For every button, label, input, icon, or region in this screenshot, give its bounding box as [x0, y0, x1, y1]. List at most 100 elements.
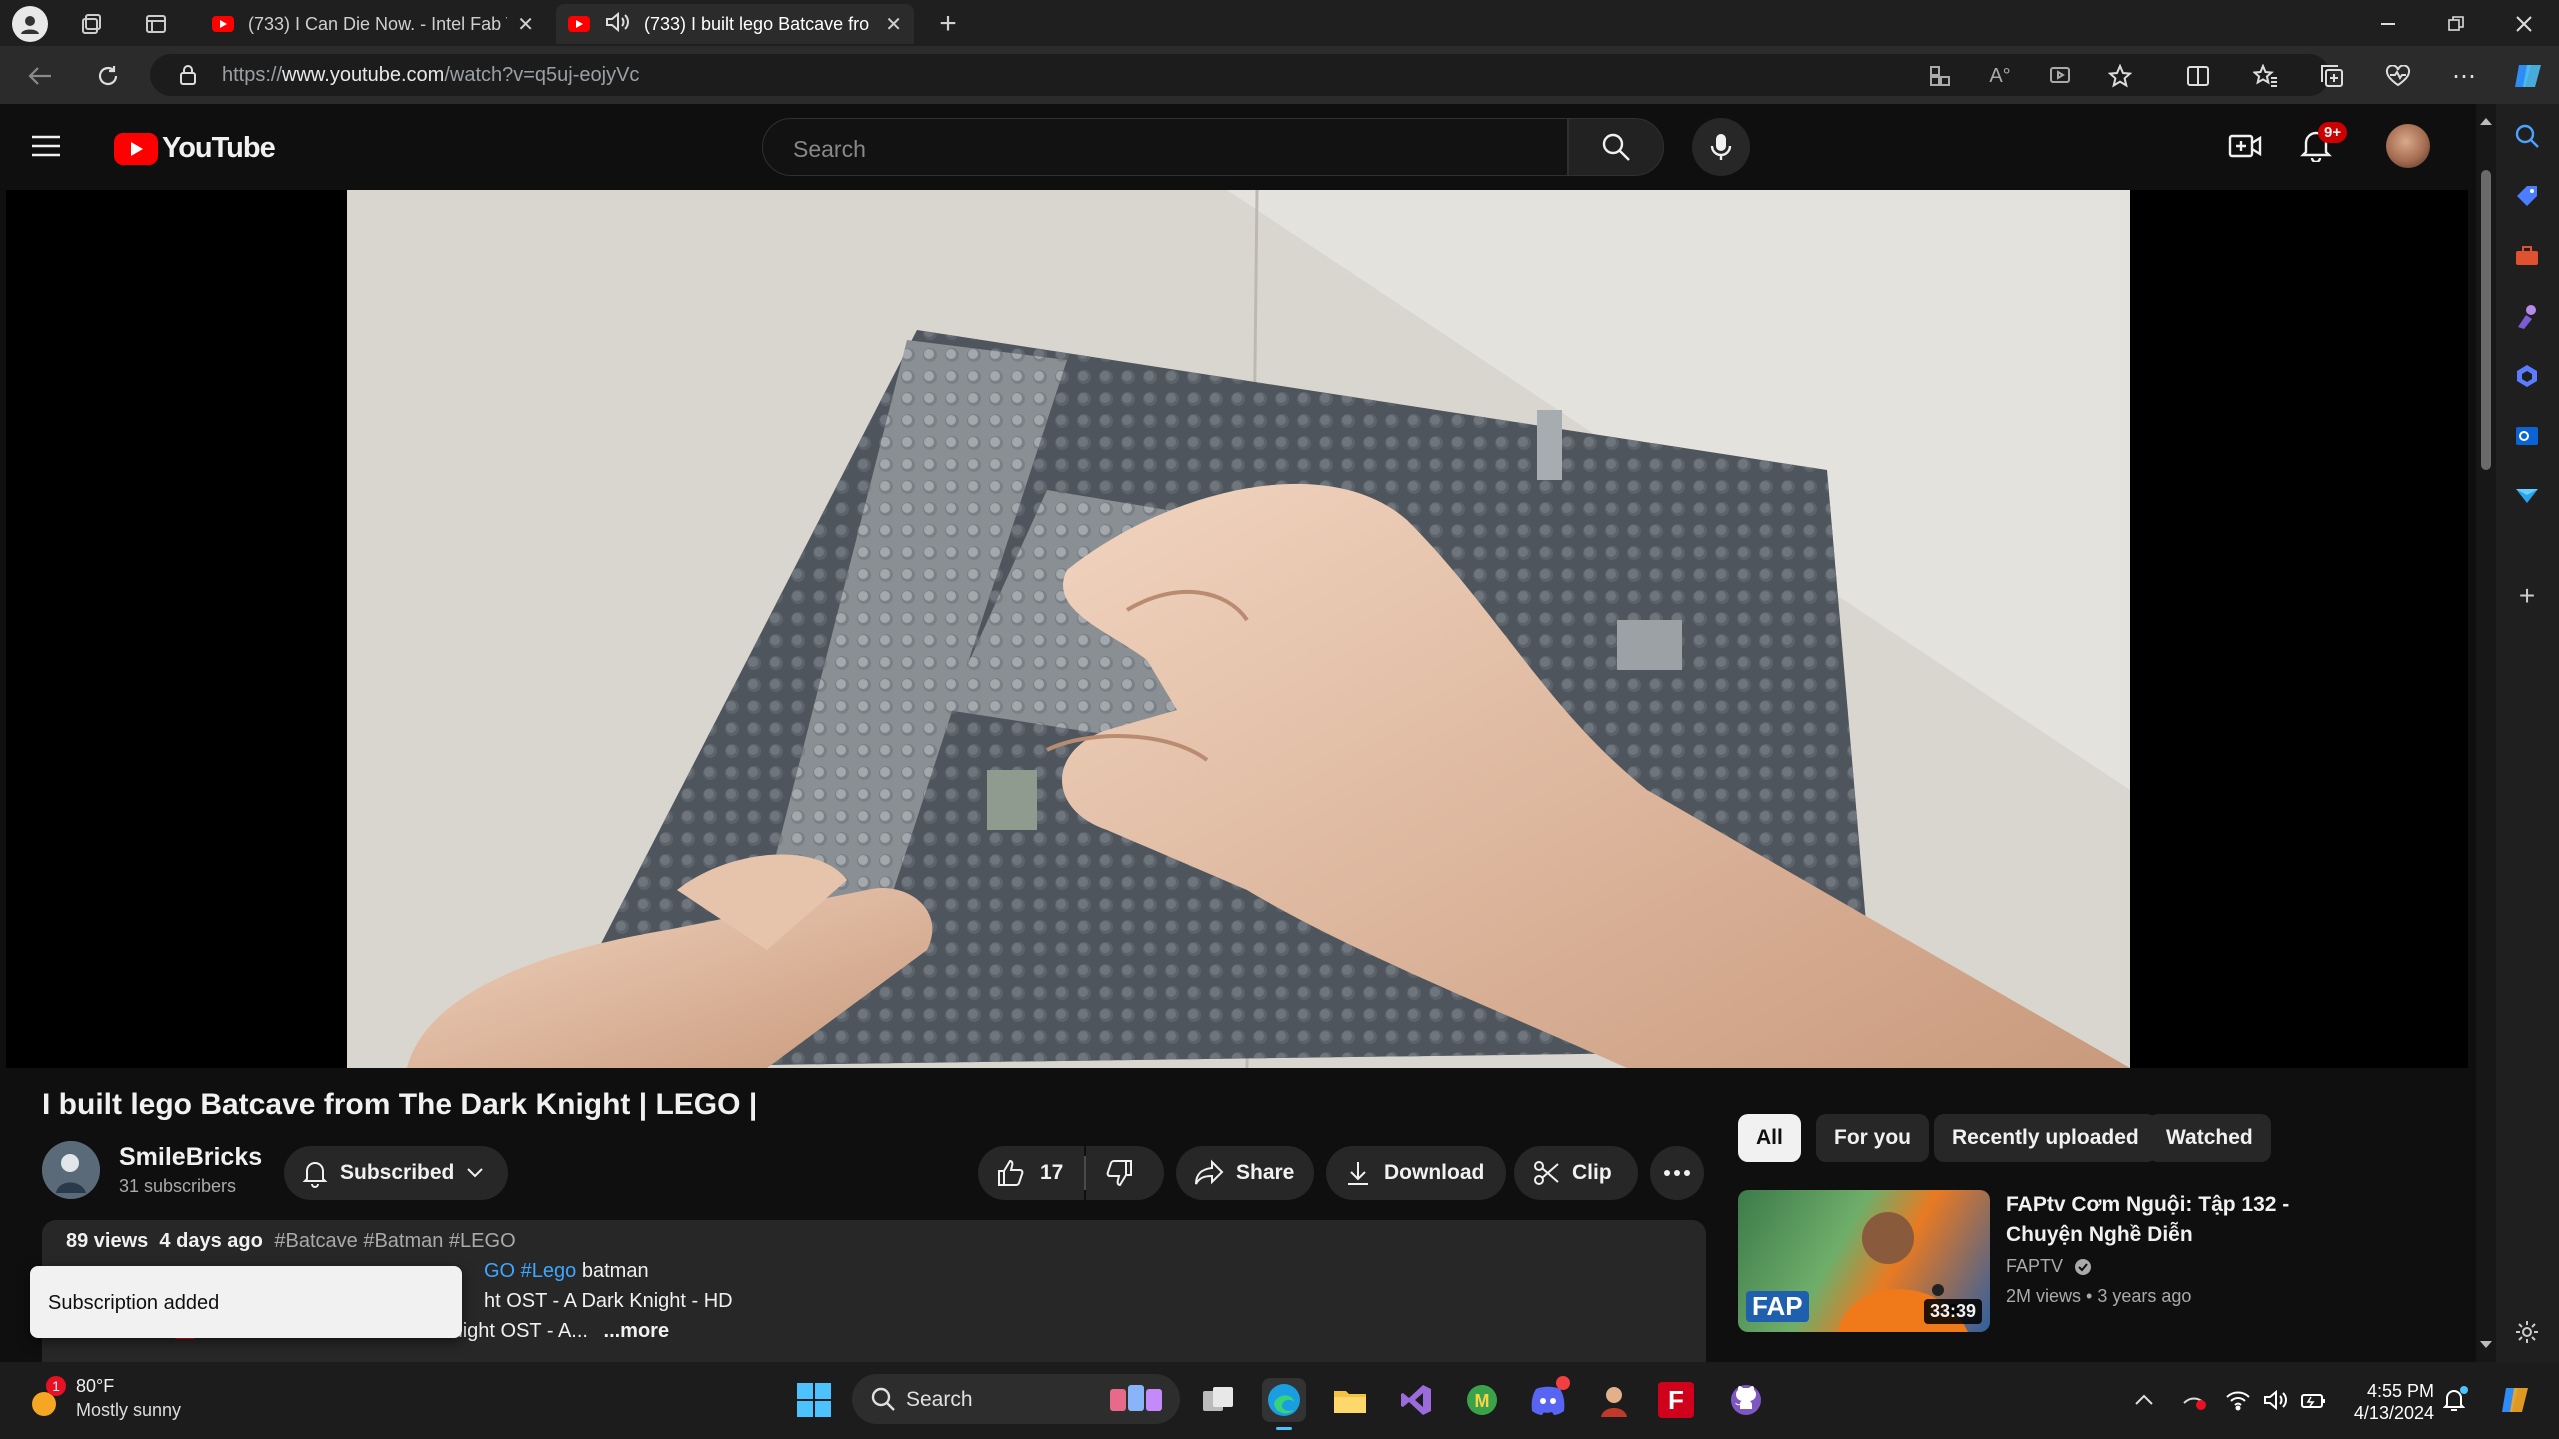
- subscribed-button[interactable]: Subscribed: [284, 1146, 508, 1200]
- chip-watched[interactable]: Watched: [2148, 1114, 2271, 1162]
- notifications-icon[interactable]: 9+: [2300, 122, 2348, 167]
- favorites-icon[interactable]: [2248, 58, 2284, 94]
- start-button[interactable]: [792, 1378, 836, 1422]
- split-screen-icon[interactable]: [2180, 58, 2216, 94]
- volume-icon[interactable]: [2256, 1378, 2296, 1422]
- dislike-button[interactable]: [1086, 1146, 1164, 1200]
- create-video-icon[interactable]: [2228, 130, 2262, 167]
- video-duration: 33:39: [1923, 1299, 1982, 1324]
- character-app-icon[interactable]: [1592, 1378, 1636, 1422]
- settings-more-icon[interactable]: ⋯: [2446, 58, 2482, 94]
- channel-avatar[interactable]: [42, 1141, 100, 1199]
- taskbar-search[interactable]: Search: [852, 1374, 1180, 1424]
- new-tab-icon[interactable]: +: [930, 6, 966, 42]
- close-window-icon[interactable]: [2506, 6, 2542, 42]
- more-horizontal-icon: [1664, 1170, 1690, 1176]
- refresh-icon[interactable]: [90, 58, 126, 94]
- tab-lego-batcave[interactable]: (733) I built lego Batcave fro ✕: [556, 4, 914, 44]
- show-hidden-icons[interactable]: [2124, 1378, 2164, 1422]
- wifi-icon[interactable]: [2218, 1378, 2258, 1422]
- chip-recently-uploaded[interactable]: Recently uploaded: [1934, 1114, 2157, 1162]
- copilot-icon[interactable]: [2508, 56, 2548, 96]
- favorite-star-icon[interactable]: [2102, 58, 2138, 94]
- collections-icon[interactable]: [2314, 58, 2350, 94]
- notification-badge: 9+: [2318, 122, 2348, 143]
- share-icon: [1195, 1159, 1224, 1185]
- visual-studio-icon[interactable]: [1394, 1378, 1438, 1422]
- recommended-video-thumbnail[interactable]: FAP 33:39: [1738, 1190, 1990, 1332]
- system-clock[interactable]: 4:55 PM 4/13/2024: [2348, 1380, 2434, 1424]
- share-label: Share: [1236, 1161, 1295, 1184]
- tab-intel-fab[interactable]: (733) I Can Die Now. - Intel Fab T ✕: [200, 4, 546, 44]
- recommended-channel[interactable]: FAPTV: [2006, 1256, 2092, 1277]
- search-icon: [871, 1387, 895, 1411]
- task-view-icon[interactable]: [1196, 1378, 1240, 1422]
- sidebar-settings-icon[interactable]: [2511, 1316, 2543, 1348]
- minimize-icon[interactable]: [2370, 6, 2406, 42]
- chip-all[interactable]: All: [1738, 1114, 1801, 1162]
- sidebar-search-icon[interactable]: [2511, 120, 2543, 152]
- copilot-taskbar-icon[interactable]: [2494, 1378, 2538, 1422]
- page-scrollbar[interactable]: [2476, 104, 2496, 1362]
- audio-playing-icon[interactable]: [604, 11, 630, 38]
- search-icon: [1602, 133, 1630, 161]
- chip-for-you[interactable]: For you: [1816, 1114, 1929, 1162]
- profile-icon[interactable]: [12, 6, 48, 42]
- workspaces-icon[interactable]: [74, 8, 110, 40]
- edge-taskbar-icon[interactable]: [1262, 1378, 1306, 1430]
- like-button[interactable]: 17: [978, 1146, 1084, 1200]
- video-frame[interactable]: [347, 190, 2130, 1068]
- back-icon[interactable]: [22, 58, 58, 94]
- search-button[interactable]: [1568, 118, 1664, 176]
- more-actions-button[interactable]: [1650, 1146, 1704, 1200]
- browser-essentials-icon[interactable]: [2380, 58, 2416, 94]
- account-avatar[interactable]: [2386, 124, 2430, 168]
- clip-button[interactable]: Clip: [1514, 1146, 1638, 1200]
- download-button[interactable]: Download: [1326, 1146, 1506, 1200]
- notification-bell-icon[interactable]: [2434, 1378, 2474, 1422]
- discord-icon[interactable]: [1526, 1376, 1570, 1422]
- subscribed-label: Subscribed: [340, 1161, 455, 1184]
- sidebar-drop-icon[interactable]: [2511, 480, 2543, 512]
- clock-date: 4/13/2024: [2353, 1403, 2434, 1423]
- voice-search-button[interactable]: [1692, 118, 1750, 176]
- sidebar-copilot-icon[interactable]: [2511, 360, 2543, 392]
- hashtag-link[interactable]: GO #Lego: [484, 1260, 576, 1282]
- close-tab-icon[interactable]: ✕: [517, 12, 534, 37]
- scrollbar-thumb[interactable]: [2481, 170, 2491, 470]
- close-tab-icon[interactable]: ✕: [885, 12, 902, 37]
- video-player[interactable]: [6, 190, 2468, 1068]
- menu-icon[interactable]: [30, 130, 62, 167]
- f-app-icon[interactable]: F: [1658, 1382, 1694, 1418]
- sidebar-add-icon[interactable]: +: [2511, 580, 2543, 612]
- weather-temp: 80°F: [76, 1376, 115, 1396]
- read-aloud-icon[interactable]: A°: [1982, 58, 2018, 94]
- apps-icon[interactable]: [1922, 58, 1958, 94]
- lock-icon[interactable]: [178, 64, 198, 91]
- recommended-channel-name: FAPTV: [2006, 1256, 2064, 1276]
- search-input[interactable]: Search: [762, 118, 1568, 176]
- upload-date: 4 days ago: [159, 1230, 263, 1252]
- sidebar-outlook-icon[interactable]: [2511, 420, 2543, 452]
- battery-icon[interactable]: [2294, 1378, 2334, 1422]
- sidebar-tools-icon[interactable]: [2511, 240, 2543, 272]
- verified-icon: [2075, 1259, 2092, 1276]
- github-icon[interactable]: [1724, 1378, 1768, 1422]
- url-text: https://www.youtube.com/watch?v=q5uj-eoj…: [222, 64, 640, 86]
- hashtags[interactable]: #Batcave #Batman #LEGO: [274, 1230, 515, 1252]
- scroll-up-icon[interactable]: [2476, 114, 2496, 128]
- sidebar-shopping-icon[interactable]: [2511, 180, 2543, 212]
- restore-icon[interactable]: [2438, 6, 2474, 42]
- sidebar-games-icon[interactable]: [2511, 300, 2543, 332]
- channel-name[interactable]: SmileBricks: [119, 1143, 262, 1172]
- share-button[interactable]: Share: [1176, 1146, 1314, 1200]
- youtube-logo[interactable]: YouTube: [114, 132, 276, 165]
- network-status-icon[interactable]: [2174, 1378, 2214, 1422]
- immersive-reader-icon[interactable]: [2042, 58, 2078, 94]
- file-explorer-icon[interactable]: [1328, 1378, 1372, 1422]
- show-more-link[interactable]: ...more: [604, 1320, 670, 1342]
- tab-actions-icon[interactable]: [138, 8, 174, 40]
- m-app-icon[interactable]: M: [1460, 1378, 1504, 1422]
- scroll-down-icon[interactable]: [2476, 1338, 2496, 1352]
- recommended-video-title[interactable]: FAPtv Cơm Nguội: Tập 132 - Chuyện Nghề D…: [2006, 1190, 2336, 1250]
